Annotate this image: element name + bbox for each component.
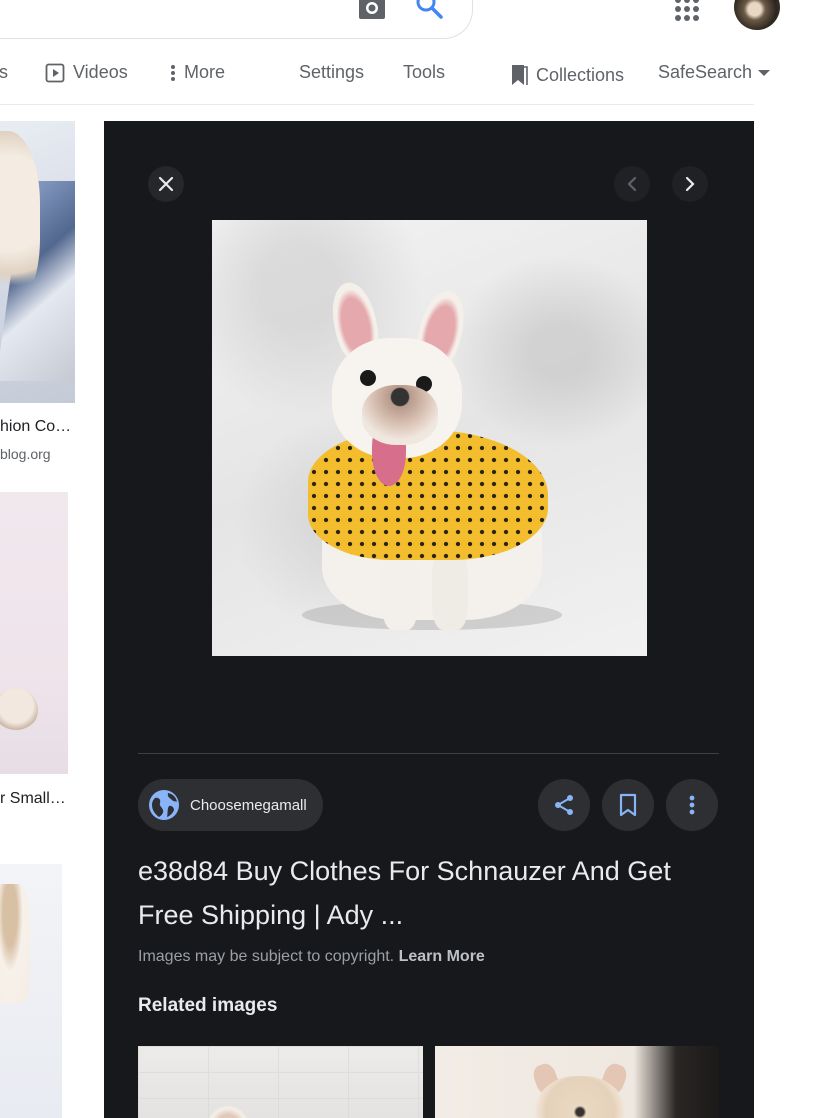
tab-tools-label: Tools [403, 62, 446, 82]
search-tabs: s Videos More Settings Tools Collections… [0, 56, 771, 105]
account-avatar[interactable] [734, 0, 780, 30]
learn-more-link[interactable]: Learn More [399, 948, 485, 965]
related-images-heading: Related images [138, 995, 278, 1016]
tab-settings[interactable]: Settings [299, 62, 364, 83]
apps-grid-icon[interactable] [674, 0, 700, 22]
source-name: Choosemegamall [190, 796, 307, 814]
bookmark-icon [512, 65, 528, 85]
dog-muzzle [362, 385, 438, 445]
image-preview-panel: Choosemegamall e38d84 Buy Clothes For Sc… [104, 121, 754, 1118]
copyright-text: Images may be subject to copyright. [138, 948, 395, 965]
bookmark-outline-icon [619, 793, 637, 817]
next-button[interactable] [672, 166, 708, 202]
tab-more-label: More [184, 62, 226, 82]
result-caption-1[interactable]: hion Co… [0, 418, 71, 436]
caret-down-icon [758, 69, 771, 76]
divider [138, 753, 719, 754]
previous-button[interactable] [614, 166, 650, 202]
safesearch-label: SafeSearch [658, 62, 753, 82]
collections-button[interactable]: Collections [510, 63, 624, 87]
tab-more[interactable]: More [170, 62, 225, 83]
close-button[interactable] [148, 166, 184, 202]
source-chip[interactable]: Choosemegamall [138, 779, 323, 831]
globe-icon [149, 790, 179, 820]
search-icon[interactable] [414, 0, 444, 22]
copyright-notice: Images may be subject to copyright. Lear… [138, 948, 485, 966]
image-title[interactable]: e38d84 Buy Clothes For Schnauzer And Get… [138, 849, 728, 937]
preview-image[interactable] [212, 220, 647, 656]
thumbnail-dog [0, 884, 30, 1004]
dog-leg [382, 550, 418, 630]
camera-icon[interactable] [358, 0, 386, 20]
save-button[interactable] [602, 779, 654, 831]
video-play-icon [45, 63, 65, 82]
tab-tools[interactable]: Tools [403, 62, 445, 83]
close-icon [158, 176, 174, 192]
dog-leg [432, 550, 468, 630]
tab-partial-label: s [0, 62, 8, 82]
result-source-1: blog.org [0, 446, 51, 462]
result-caption-2[interactable]: r Small… [0, 790, 66, 808]
tab-videos-label: Videos [73, 62, 128, 82]
more-vert-icon [171, 64, 175, 81]
chevron-right-icon [685, 176, 695, 192]
dog-eye [360, 370, 376, 386]
share-button[interactable] [538, 779, 590, 831]
tab-partial[interactable]: s [0, 62, 8, 83]
more-options-button[interactable] [666, 779, 718, 831]
safesearch-toggle[interactable]: SafeSearch [658, 62, 771, 83]
related-image-2[interactable] [435, 1046, 719, 1118]
result-thumbnail-3[interactable] [0, 864, 62, 1118]
tab-videos[interactable]: Videos [45, 62, 128, 83]
related-image-1[interactable] [138, 1046, 423, 1118]
thumbnail-dog [0, 688, 38, 732]
search-box[interactable] [0, 0, 473, 39]
collections-label: Collections [536, 64, 625, 85]
result-thumbnail-1[interactable] [0, 121, 75, 403]
tab-settings-label: Settings [299, 62, 365, 82]
chevron-left-icon [627, 176, 637, 192]
share-icon [555, 795, 573, 815]
more-vert-icon [689, 795, 695, 815]
result-thumbnail-2[interactable] [0, 492, 68, 774]
related-image-texture [138, 1046, 423, 1118]
